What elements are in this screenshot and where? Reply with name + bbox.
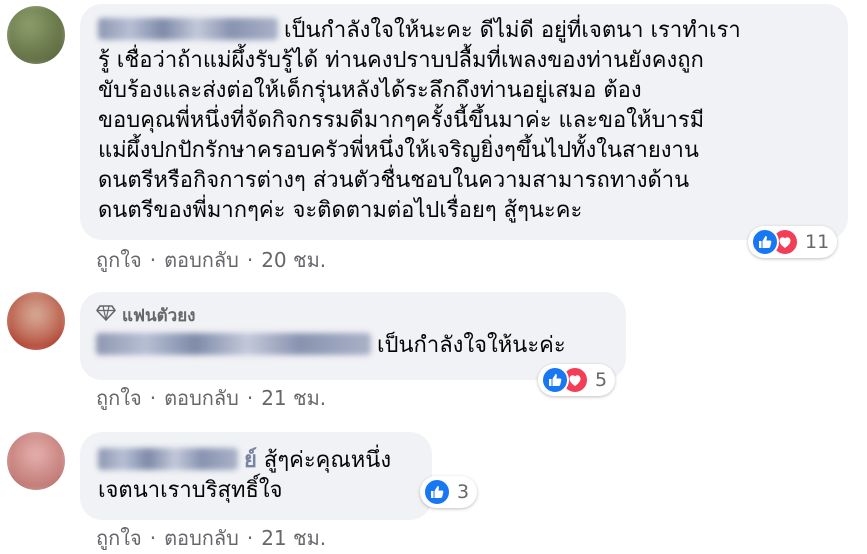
avatar[interactable]	[7, 432, 65, 490]
reaction-summary[interactable]: 5	[538, 364, 616, 396]
comment-line: แม่ผึ้งปกปักรักษาครอบครัวพี่หนึ่งให้เจริ…	[98, 138, 699, 163]
reaction-count: 3	[457, 481, 470, 503]
comment-line: ดนตรีหรือกิจการต่างๆ ส่วนตัวชื่นชอบในควา…	[98, 168, 690, 193]
author-name-visible[interactable]: ย์	[244, 448, 257, 473]
top-fan-badge[interactable]: แฟนตัวยง	[96, 302, 606, 329]
comment-actions: ถูกใจ · ตอบกลับ · 20 ชม.	[96, 244, 326, 276]
reply-link[interactable]: ตอบกลับ	[164, 522, 239, 554]
timestamp-link[interactable]: 20 ชม.	[261, 244, 326, 276]
separator-dot: ·	[149, 248, 157, 272]
reaction-count: 11	[805, 231, 830, 253]
comment-line: เป็นกำลังใจให้นะค่ะ	[377, 333, 566, 358]
badge-label: แฟนตัวยง	[122, 306, 196, 326]
reply-link[interactable]: ตอบกลับ	[164, 382, 239, 414]
author-name-redacted[interactable]	[96, 333, 371, 355]
diamond-icon	[96, 305, 116, 326]
timestamp-link[interactable]: 21 ชม.	[261, 382, 326, 414]
like-icon	[423, 478, 451, 506]
comment-line: เป็นกำลังใจให้นะคะ ดีไม่ดี อยู่ที่เจตนา …	[284, 18, 741, 43]
author-name-redacted[interactable]	[98, 448, 238, 470]
comment-3: ย์ สู้ๆค่ะคุณหนึ่ง เจตนาเราบริสุทธิ์ใจ 3…	[0, 424, 867, 552]
comment-line: ขับร้องและส่งต่อให้เด็กรุ่นหลังได้ระลึกถ…	[98, 78, 642, 103]
like-icon	[751, 228, 779, 256]
comment-actions: ถูกใจ · ตอบกลับ · 21 ชม.	[96, 382, 326, 414]
comment-bubble: ย์ สู้ๆค่ะคุณหนึ่ง เจตนาเราบริสุทธิ์ใจ	[80, 432, 432, 520]
reply-link[interactable]: ตอบกลับ	[164, 244, 239, 276]
separator-dot: ·	[246, 526, 254, 550]
timestamp-link[interactable]: 21 ชม.	[261, 522, 326, 554]
separator-dot: ·	[149, 526, 157, 550]
comment-line: เจตนาเราบริสุทธิ์ใจ	[98, 478, 283, 503]
like-icon	[541, 366, 569, 394]
author-name-redacted[interactable]	[98, 18, 278, 40]
comment-2: แฟนตัวยง เป็นกำลังใจให้นะค่ะ 5 ถูกใจ · ต…	[0, 286, 867, 416]
comment-text: เป็นกำลังใจให้นะค่ะ	[96, 331, 606, 361]
comment-line: ดนตรีของพี่มากๆค่ะ จะติดตามต่อไปเรื่อยๆ …	[98, 198, 583, 223]
reaction-summary[interactable]: 11	[748, 226, 838, 258]
comment-line: สู้ๆค่ะคุณหนึ่ง	[263, 448, 392, 473]
comment-actions: ถูกใจ · ตอบกลับ · 21 ชม.	[96, 522, 326, 554]
avatar[interactable]	[7, 292, 65, 350]
like-link[interactable]: ถูกใจ	[96, 244, 142, 276]
comment-1: เป็นกำลังใจให้นะคะ ดีไม่ดี อยู่ที่เจตนา …	[0, 0, 867, 280]
comment-bubble: เป็นกำลังใจให้นะคะ ดีไม่ดี อยู่ที่เจตนา …	[80, 4, 848, 240]
comment-text: ย์ สู้ๆค่ะคุณหนึ่ง เจตนาเราบริสุทธิ์ใจ	[98, 446, 412, 506]
comment-line: รู้ เชื่อว่าถ้าแม่ผึ้งรับรู้ได้ ท่านคงปร…	[98, 48, 704, 73]
reaction-summary[interactable]: 3	[420, 476, 478, 508]
like-link[interactable]: ถูกใจ	[96, 382, 142, 414]
separator-dot: ·	[149, 386, 157, 410]
separator-dot: ·	[246, 248, 254, 272]
comment-text: เป็นกำลังใจให้นะคะ ดีไม่ดี อยู่ที่เจตนา …	[98, 16, 828, 226]
reaction-count: 5	[595, 369, 608, 391]
comment-line: ขอบคุณพี่หนึ่งที่จัดกิจกรรมดีมากๆครั้งนี…	[98, 108, 705, 133]
avatar[interactable]	[7, 6, 65, 64]
like-link[interactable]: ถูกใจ	[96, 522, 142, 554]
separator-dot: ·	[246, 386, 254, 410]
